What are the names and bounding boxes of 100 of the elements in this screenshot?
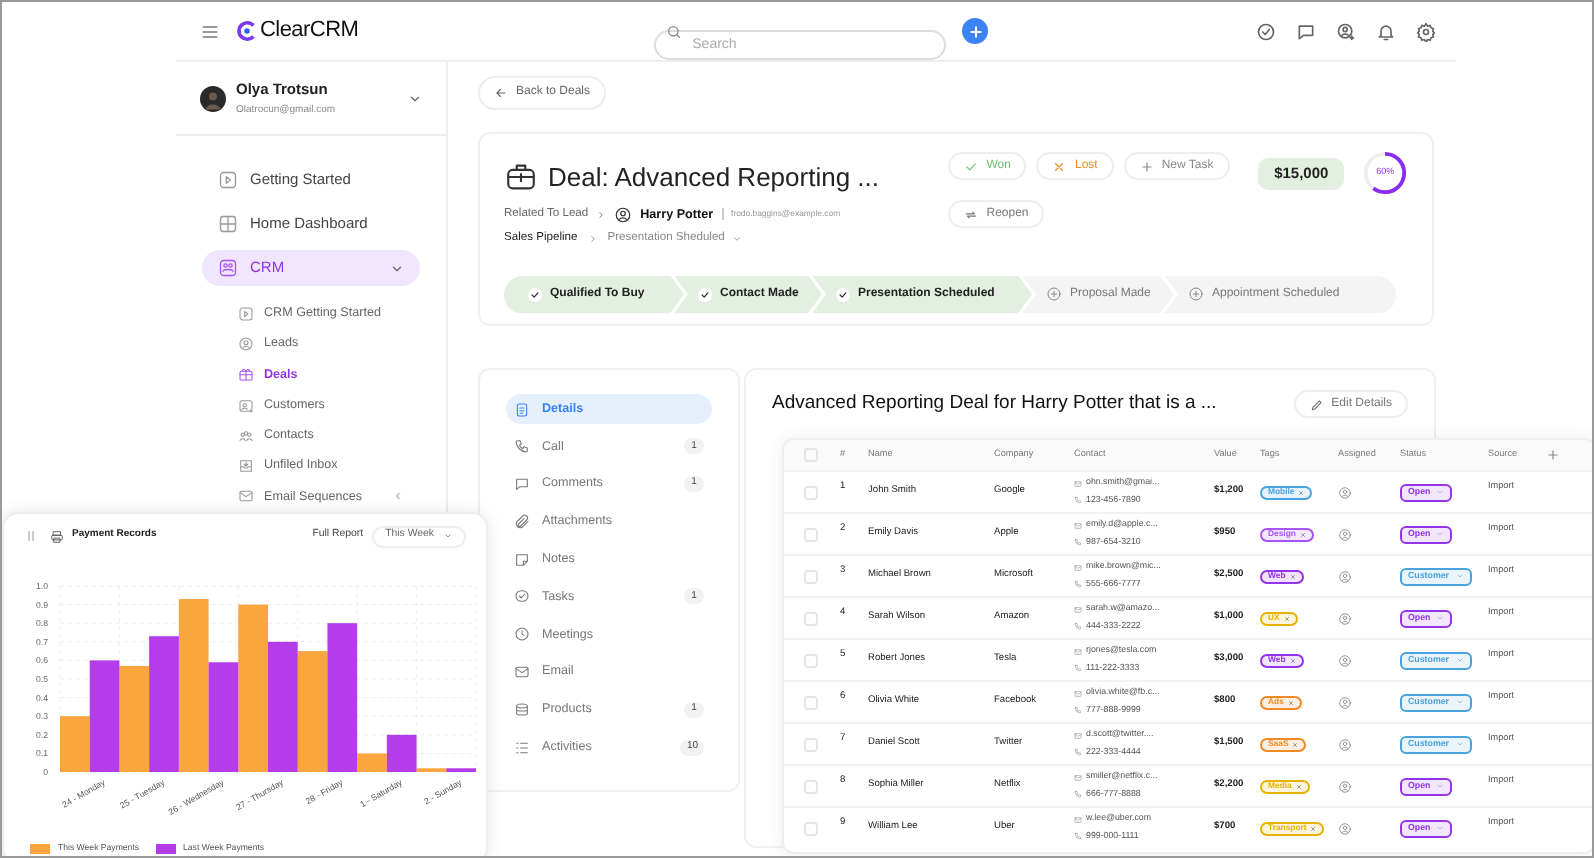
section-icon	[514, 739, 530, 756]
repeat-icon	[964, 207, 979, 222]
mail-icon	[1074, 563, 1082, 572]
nav-icon	[238, 305, 254, 322]
phone-icon	[1074, 580, 1082, 589]
printer-icon	[50, 529, 64, 543]
remove-icon	[1292, 741, 1299, 747]
bar	[297, 651, 328, 772]
row-checkbox[interactable]	[804, 821, 818, 835]
row-checkbox[interactable]	[804, 485, 818, 499]
section-icon	[514, 664, 530, 681]
mail-icon	[1074, 773, 1082, 782]
nav-icon	[238, 366, 254, 383]
section-icon	[514, 626, 530, 643]
check-icon	[530, 289, 540, 300]
arrow-left-icon	[494, 86, 508, 100]
check-circle-icon	[1256, 21, 1276, 41]
mail-icon	[1074, 479, 1082, 488]
mail-icon	[1074, 647, 1082, 656]
nav-icon	[238, 458, 254, 475]
phone-icon	[1074, 622, 1082, 631]
phone-icon	[1074, 496, 1082, 505]
chevron-left-icon	[392, 490, 404, 503]
phone-icon	[1074, 790, 1082, 799]
remove-icon	[1298, 489, 1305, 495]
check-icon	[700, 289, 710, 300]
phone-icon	[1074, 664, 1082, 673]
section-icon	[514, 476, 530, 493]
search-icon	[666, 23, 683, 39]
add-button[interactable]	[962, 18, 989, 44]
plus-icon	[1139, 159, 1154, 173]
check-icon	[964, 159, 979, 173]
bar	[268, 641, 298, 772]
plus-circle-icon	[1046, 286, 1062, 303]
assignee-icon	[1338, 779, 1352, 793]
app-logo: ClearCRM	[260, 16, 359, 47]
row-checkbox[interactable]	[804, 653, 818, 667]
chevron-down-icon	[408, 91, 422, 105]
nav-icon	[218, 170, 238, 190]
bar	[149, 636, 179, 772]
phone-icon	[1074, 832, 1082, 841]
section-icon	[514, 701, 530, 718]
settings-icon	[1416, 21, 1436, 41]
briefcase-icon	[504, 160, 538, 195]
remove-icon	[1310, 825, 1317, 831]
logo-icon	[236, 20, 258, 42]
plus-circle-icon	[1188, 286, 1204, 303]
row-checkbox[interactable]	[804, 695, 818, 709]
assignee-icon	[1338, 695, 1352, 709]
assignee-icon	[1338, 611, 1352, 625]
assignee-icon	[1338, 485, 1352, 499]
assignee-icon	[1338, 737, 1352, 751]
bar	[119, 666, 150, 772]
assignee-icon	[1338, 653, 1352, 667]
row-checkbox[interactable]	[804, 569, 818, 583]
user-add-icon	[1336, 21, 1356, 41]
chevron-right-icon	[596, 209, 607, 220]
phone-icon	[1074, 706, 1082, 715]
nav-icon	[218, 214, 238, 234]
nav-icon	[218, 258, 238, 278]
remove-icon	[1287, 699, 1294, 705]
row-checkbox[interactable]	[804, 737, 818, 751]
nav-icon	[238, 397, 254, 414]
assignee-icon	[1338, 569, 1352, 583]
remove-icon	[1289, 573, 1296, 579]
nav-icon	[238, 488, 254, 505]
close-icon	[1052, 159, 1067, 173]
menu-icon	[200, 21, 220, 41]
chat-icon	[1296, 21, 1316, 41]
assignee-icon	[1338, 821, 1352, 835]
section-icon	[514, 551, 530, 568]
phone-icon	[1074, 538, 1082, 547]
plus-icon	[967, 23, 984, 39]
assignee-icon	[1338, 527, 1352, 541]
lead-icon	[614, 205, 633, 224]
drag-handle-icon[interactable]	[28, 530, 34, 542]
mail-icon	[1074, 521, 1082, 530]
detail-title: Advanced Reporting Deal for Harry Potter that is a ...	[772, 390, 1217, 418]
add-column-icon	[1546, 448, 1560, 462]
deal-title: Deal: Advanced Reporting ...	[548, 160, 879, 196]
avatar	[200, 85, 226, 111]
mail-icon	[1074, 689, 1082, 698]
section-icon	[514, 588, 530, 605]
mail-icon	[1074, 605, 1082, 614]
row-checkbox[interactable]	[804, 527, 818, 541]
chevron-right-icon	[587, 233, 598, 244]
section-icon	[514, 401, 530, 417]
check-icon	[838, 289, 848, 300]
mail-icon	[1074, 731, 1082, 740]
nav-icon	[238, 335, 254, 352]
row-checkbox[interactable]	[804, 611, 818, 625]
remove-icon	[1283, 615, 1290, 621]
row-checkbox[interactable]	[804, 779, 818, 793]
notification-icon	[1376, 21, 1396, 41]
remove-icon	[1295, 783, 1302, 789]
section-icon	[514, 513, 530, 530]
nav-icon	[238, 427, 254, 444]
remove-icon	[1289, 657, 1296, 663]
chevron-down-icon	[390, 261, 404, 275]
phone-icon	[1074, 748, 1082, 757]
